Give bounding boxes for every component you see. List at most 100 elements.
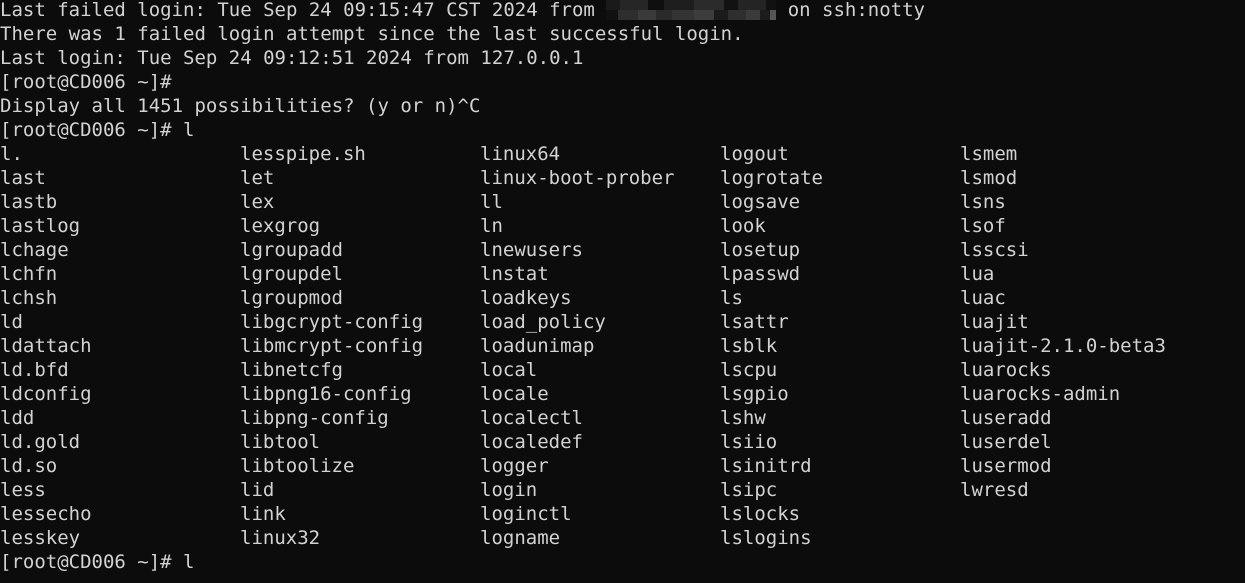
completion-item[interactable]: ll: [480, 190, 720, 214]
completion-row: lchsh lgroupmod loadkeys ls luac: [0, 286, 1245, 310]
completion-item[interactable]: lexgrog: [240, 214, 480, 238]
completion-item[interactable]: lshw: [720, 406, 960, 430]
completion-item[interactable]: luarocks-admin: [960, 382, 1120, 406]
completion-item[interactable]: login: [480, 478, 720, 502]
completion-item[interactable]: localectl: [480, 406, 720, 430]
completion-item[interactable]: lsns: [960, 190, 1006, 214]
completion-item[interactable]: luarocks: [960, 358, 1052, 382]
completion-item[interactable]: lnstat: [480, 262, 720, 286]
completion-item[interactable]: lchage: [0, 238, 240, 262]
completion-item[interactable]: loadunimap: [480, 334, 720, 358]
completion-item[interactable]: lslogins: [720, 526, 960, 550]
completion-item[interactable]: lsattr: [720, 310, 960, 334]
completion-item[interactable]: lsgpio: [720, 382, 960, 406]
completion-item[interactable]: lsipc: [720, 478, 960, 502]
completion-item[interactable]: libgcrypt-config: [240, 310, 480, 334]
completion-item[interactable]: lsblk: [720, 334, 960, 358]
completion-item[interactable]: libtool: [240, 430, 480, 454]
completion-item[interactable]: lex: [240, 190, 480, 214]
completion-item[interactable]: lsmem: [960, 142, 1017, 166]
completion-item[interactable]: less: [0, 478, 240, 502]
shell-prompt-first[interactable]: [root@CD006 ~]#: [0, 70, 1245, 94]
completion-item[interactable]: lchfn: [0, 262, 240, 286]
completion-row: ldattach libmcrypt-config loadunimap lsblk l…: [0, 334, 1245, 358]
completion-item[interactable]: linux64: [480, 142, 720, 166]
redacted-ip-address: [606, 0, 777, 20]
completion-item[interactable]: lgroupdel: [240, 262, 480, 286]
completion-item[interactable]: losetup: [720, 238, 960, 262]
completion-row: ld.so libtoolize logger lsinitrd lusermod: [0, 454, 1245, 478]
completion-item[interactable]: libmcrypt-config: [240, 334, 480, 358]
completion-item[interactable]: logname: [480, 526, 720, 550]
completion-item[interactable]: lgroupadd: [240, 238, 480, 262]
completion-item[interactable]: lnewusers: [480, 238, 720, 262]
completion-item[interactable]: ldd: [0, 406, 240, 430]
completion-item[interactable]: lua: [960, 262, 994, 286]
completion-item[interactable]: luseradd: [960, 406, 1052, 430]
terminal-window[interactable]: Last failed login: Tue Sep 24 09:15:47 C…: [0, 0, 1245, 583]
completion-item[interactable]: libnetcfg: [240, 358, 480, 382]
shell-prompt-with-command[interactable]: [root@CD006 ~]# l: [0, 118, 1245, 142]
completion-item[interactable]: lessecho: [0, 502, 240, 526]
completion-item[interactable]: ld: [0, 310, 240, 334]
completion-item[interactable]: lpasswd: [720, 262, 960, 286]
completion-item[interactable]: local: [480, 358, 720, 382]
completion-item[interactable]: let: [240, 166, 480, 190]
completion-item[interactable]: loginctl: [480, 502, 720, 526]
completion-item[interactable]: lesspipe.sh: [240, 142, 480, 166]
completion-item[interactable]: ld.gold: [0, 430, 240, 454]
completion-row: ldd libpng-config localectl lshw luseradd: [0, 406, 1245, 430]
completion-item[interactable]: lsinitrd: [720, 454, 960, 478]
completion-item[interactable]: last: [0, 166, 240, 190]
completion-item[interactable]: ld.bfd: [0, 358, 240, 382]
completion-item[interactable]: lastb: [0, 190, 240, 214]
completion-item[interactable]: logsave: [720, 190, 960, 214]
completion-item[interactable]: lastlog: [0, 214, 240, 238]
completion-item[interactable]: link: [240, 502, 480, 526]
terminal-screen: Last failed login: Tue Sep 24 09:15:47 C…: [0, 0, 1245, 574]
completion-item[interactable]: lsmod: [960, 166, 1017, 190]
completion-item[interactable]: lid: [240, 478, 480, 502]
completion-item[interactable]: lesskey: [0, 526, 240, 550]
completion-item[interactable]: localedef: [480, 430, 720, 454]
completion-item[interactable]: logger: [480, 454, 720, 478]
completion-item[interactable]: linux-boot-prober: [480, 166, 720, 190]
completion-item[interactable]: lslocks: [720, 502, 960, 526]
last-failed-login-prefix: Last failed login: Tue Sep 24 09:15:47 C…: [0, 0, 607, 21]
completion-item[interactable]: ldattach: [0, 334, 240, 358]
completion-row: ld libgcrypt-config load_policy lsattr luaji…: [0, 310, 1245, 334]
completion-item[interactable]: libtoolize: [240, 454, 480, 478]
completion-item[interactable]: luac: [960, 286, 1006, 310]
completion-item[interactable]: lchsh: [0, 286, 240, 310]
completion-row: lessecho link loginctl lslocks: [0, 502, 1245, 526]
completion-item[interactable]: loadkeys: [480, 286, 720, 310]
completion-item[interactable]: libpng16-config: [240, 382, 480, 406]
completion-item[interactable]: lsscsi: [960, 238, 1029, 262]
completion-item[interactable]: libpng-config: [240, 406, 480, 430]
completion-item[interactable]: logout: [720, 142, 960, 166]
completion-item[interactable]: lsof: [960, 214, 1006, 238]
completion-item[interactable]: luajit: [960, 310, 1029, 334]
completion-item[interactable]: lscpu: [720, 358, 960, 382]
completion-item[interactable]: load_policy: [480, 310, 720, 334]
completion-item[interactable]: luserdel: [960, 430, 1052, 454]
completion-item[interactable]: ld.so: [0, 454, 240, 478]
completion-row: l. lesspipe.sh linux64 logout lsmem: [0, 142, 1245, 166]
completion-item[interactable]: lwresd: [960, 478, 1029, 502]
completion-item[interactable]: luajit-2.1.0-beta3: [960, 334, 1166, 358]
completion-row: lastlog lexgrog ln look lsof: [0, 214, 1245, 238]
completion-item[interactable]: ln: [480, 214, 720, 238]
completion-item[interactable]: logrotate: [720, 166, 960, 190]
completion-item[interactable]: lsiio: [720, 430, 960, 454]
shell-prompt-bottom[interactable]: [root@CD006 ~]# l: [0, 550, 1245, 574]
completion-item[interactable]: lgroupmod: [240, 286, 480, 310]
completion-item[interactable]: ls: [720, 286, 960, 310]
last-login-line: Last login: Tue Sep 24 09:12:51 2024 fro…: [0, 47, 584, 69]
completion-item[interactable]: l.: [0, 142, 240, 166]
completion-item[interactable]: look: [720, 214, 960, 238]
completion-row: ld.bfd libnetcfg local lscpu luarocks: [0, 358, 1245, 382]
completion-item[interactable]: locale: [480, 382, 720, 406]
completion-item[interactable]: lusermod: [960, 454, 1052, 478]
completion-item[interactable]: linux32: [240, 526, 480, 550]
completion-item[interactable]: ldconfig: [0, 382, 240, 406]
